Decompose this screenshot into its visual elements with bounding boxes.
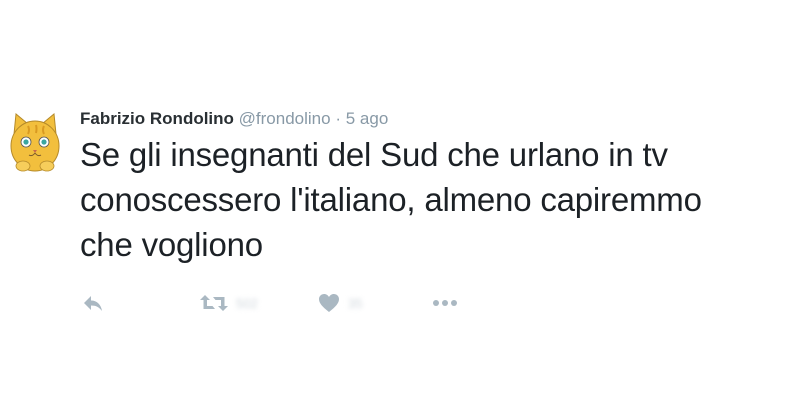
retweet-count: 502 [236,295,258,311]
tweet-actions: 502 35 [80,290,500,316]
handle[interactable]: @frondolino [239,109,331,128]
reply-icon [84,296,102,311]
tweet-text-line: che vogliono [80,226,263,263]
like-count: 35 [348,295,363,311]
tweet-text-line: Se gli insegnanti del Sud che urlano in … [80,136,668,173]
tweet-header: Fabrizio Rondolino @frondolino · 5 ago [80,108,388,130]
more-dots-icon [433,300,457,306]
separator: · [335,109,341,128]
tweet-text-line: conoscessero l'italiano, almeno capiremm… [80,181,702,218]
tweet-text: Se gli insegnanti del Sud che urlano in … [80,132,795,267]
reply-button[interactable] [82,290,104,316]
retweet-icon [200,295,228,311]
timestamp[interactable]: 5 ago [346,109,389,128]
more-button[interactable] [432,290,458,316]
cartoon-cat-avatar-icon [10,113,60,172]
display-name[interactable]: Fabrizio Rondolino [80,109,234,128]
like-button[interactable]: 35 [318,290,362,316]
heart-icon [319,294,339,312]
retweet-button[interactable]: 502 [200,290,258,316]
tweet-card: Fabrizio Rondolino @frondolino · 5 ago S… [0,0,800,420]
avatar[interactable] [6,110,64,174]
